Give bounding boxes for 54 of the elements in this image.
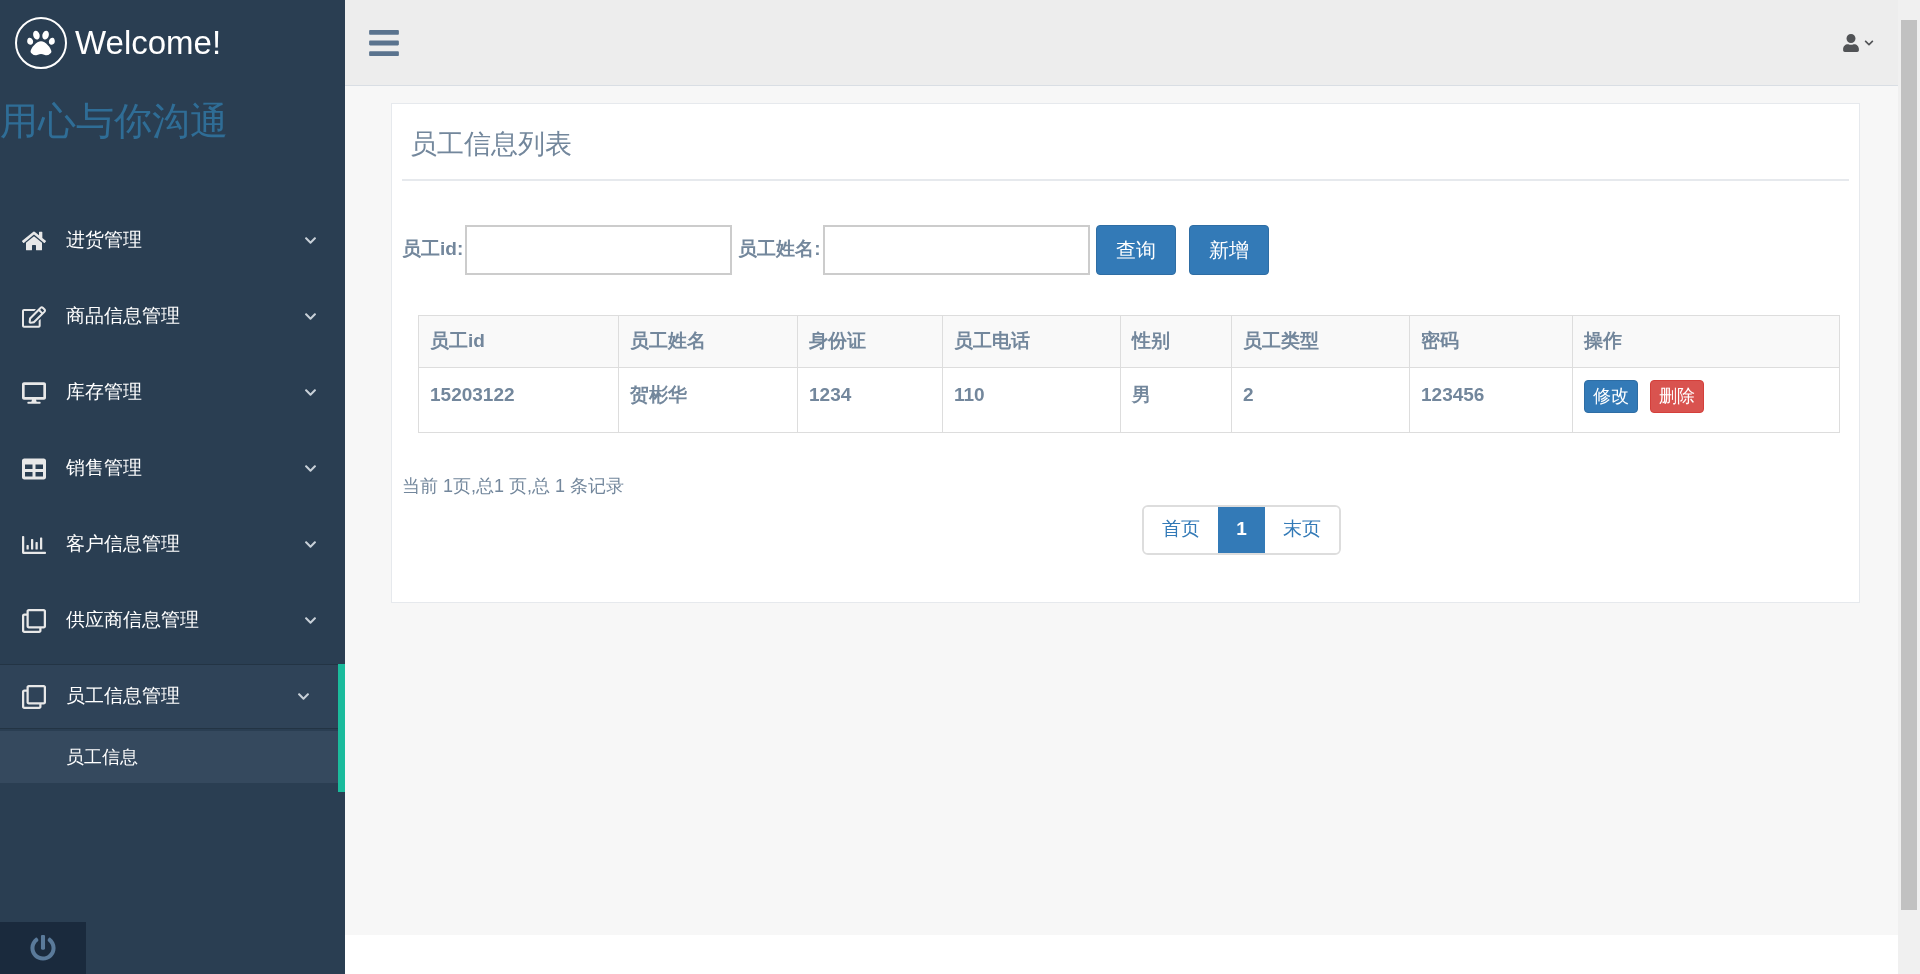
- power-icon: [30, 935, 56, 961]
- table-cell: 贺彬华: [618, 367, 798, 432]
- chevron-down-icon: [1864, 37, 1874, 48]
- field-label: 员工姓名:: [738, 237, 821, 262]
- table-cell: 1234: [797, 367, 943, 432]
- sidebar-item[interactable]: 库存管理: [0, 360, 345, 425]
- chevron-down-icon: [297, 690, 310, 703]
- search-field[interactable]: [465, 224, 733, 275]
- chevron-down-icon: [304, 614, 317, 627]
- sidebar-item[interactable]: 员工信息管理: [0, 664, 338, 729]
- column-header: 员工姓名: [618, 315, 798, 367]
- table-cell: 2: [1231, 367, 1410, 432]
- action-button[interactable]: 新增: [1188, 224, 1269, 275]
- column-header: 员工id: [418, 315, 619, 367]
- action-button[interactable]: 查询: [1095, 224, 1176, 275]
- copy-icon: [22, 684, 46, 709]
- column-header: 密码: [1409, 315, 1573, 367]
- power-button[interactable]: [0, 922, 86, 974]
- chevron-down-icon: [304, 234, 317, 247]
- sidebar-item[interactable]: 客户信息管理: [0, 512, 345, 577]
- sidebar-item[interactable]: 销售管理: [0, 436, 345, 501]
- sidebar-item[interactable]: 进货管理: [0, 208, 345, 273]
- sidebar-subitem[interactable]: 员工信息: [0, 731, 338, 783]
- user-icon: [1842, 33, 1860, 52]
- delete-button[interactable]: 删除: [1650, 379, 1704, 413]
- chevron-down-icon: [304, 310, 317, 323]
- page-summary: 当前 1页,总1 页,总 1 条记录: [402, 474, 625, 498]
- column-header: 操作: [1572, 315, 1840, 367]
- table-cell: 15203122: [418, 367, 619, 432]
- page-link[interactable]: 1: [1218, 506, 1265, 553]
- column-header: 员工类型: [1231, 315, 1410, 367]
- table-cell: 110: [942, 367, 1121, 432]
- copy-icon: [22, 608, 46, 633]
- field-label: 员工id:: [402, 237, 464, 262]
- panel-title: 员工信息列表: [402, 124, 1849, 181]
- table-icon: [22, 456, 46, 481]
- scrollbar-thumb[interactable]: [1901, 20, 1917, 910]
- column-header: 性别: [1120, 315, 1232, 367]
- column-header: 员工电话: [942, 315, 1121, 367]
- column-header: 身份证: [797, 315, 943, 367]
- monitor-icon: [22, 380, 46, 405]
- sidebar-item[interactable]: 商品信息管理: [0, 284, 345, 349]
- brand-title: Welcome!: [75, 23, 222, 64]
- search-field[interactable]: [822, 224, 1090, 275]
- chevron-down-icon: [304, 462, 317, 475]
- slogan: 用心与你沟通: [0, 102, 228, 140]
- table-cell: 123456: [1409, 367, 1573, 432]
- table-cell: 男: [1120, 367, 1232, 432]
- chevron-down-icon: [304, 386, 317, 399]
- sidebar-item[interactable]: 供应商信息管理: [0, 588, 345, 653]
- paw-logo-icon: [15, 17, 67, 69]
- edit-button[interactable]: 修改: [1584, 379, 1638, 413]
- user-menu-button[interactable]: [1842, 33, 1874, 52]
- chevron-down-icon: [304, 538, 317, 551]
